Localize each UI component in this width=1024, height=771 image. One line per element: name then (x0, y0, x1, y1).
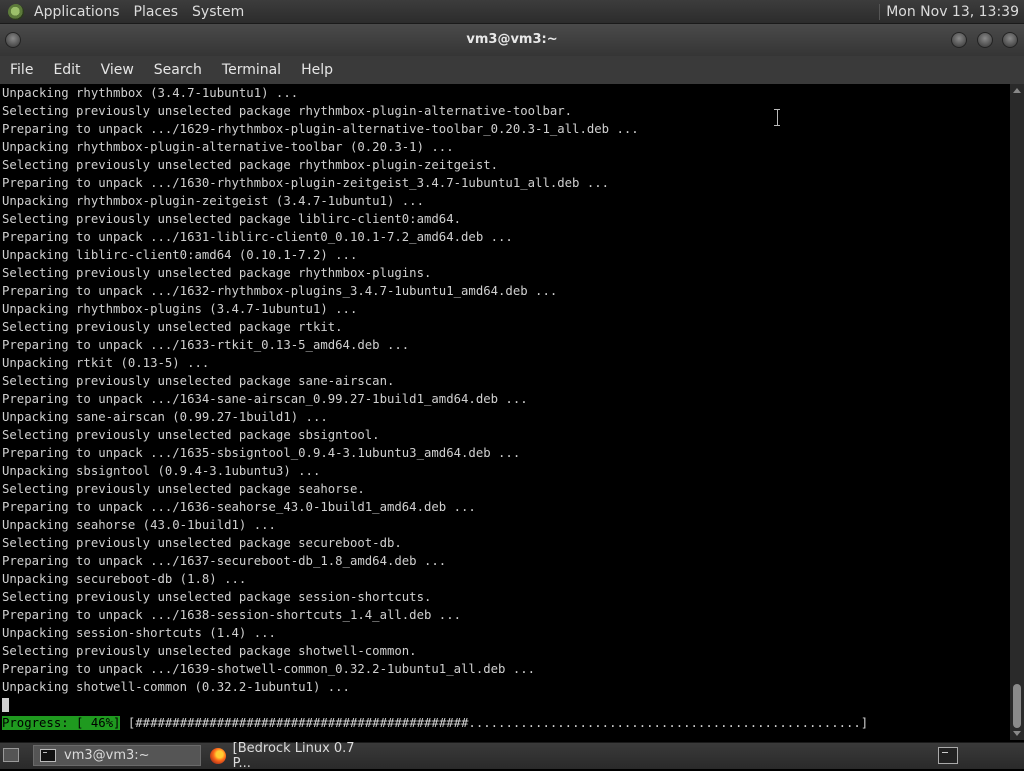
terminal-line: Unpacking seahorse (43.0-1build1) ... (2, 518, 276, 532)
progress-bar-text: [#######################################… (120, 716, 869, 730)
terminal-line: Unpacking sane-airscan (0.99.27-1build1)… (2, 410, 328, 424)
terminal-line: Selecting previously unselected package … (2, 482, 365, 496)
close-icon[interactable] (1002, 32, 1018, 48)
maximize-icon[interactable] (977, 32, 993, 48)
terminal-scrollbar[interactable] (1010, 84, 1024, 740)
taskbar-item-label: vm3@vm3:~ (64, 748, 150, 763)
prompt-line (0, 696, 1010, 714)
window-titlebar[interactable]: vm3@vm3:~ (0, 24, 1024, 56)
terminal-line: Unpacking liblirc-client0:amd64 (0.10.1-… (2, 248, 358, 262)
minimize-icon[interactable] (951, 32, 967, 48)
applications-menu[interactable]: Applications (29, 4, 129, 20)
bottom-taskbar: vm3@vm3:~ [Bedrock Linux 0.7 P... (0, 741, 1024, 771)
terminal-output[interactable]: Unpacking rhythmbox (3.4.7-1ubuntu1) ...… (0, 84, 1010, 740)
system-menu[interactable]: System (187, 4, 253, 20)
menu-edit[interactable]: Edit (43, 56, 90, 84)
terminal-line: Preparing to unpack .../1636-seahorse_43… (2, 500, 476, 514)
menu-search[interactable]: Search (144, 56, 212, 84)
terminal-line: Preparing to unpack .../1629-rhythmbox-p… (2, 122, 639, 136)
terminal-line: Preparing to unpack .../1638-session-sho… (2, 608, 462, 622)
top-panel: Applications Places System Mon Nov 13, 1… (0, 0, 1024, 24)
terminal-line: Preparing to unpack .../1639-shotwell-co… (2, 662, 536, 676)
menu-view[interactable]: View (91, 56, 144, 84)
terminal-line: Selecting previously unselected package … (2, 536, 402, 550)
terminal-line: Selecting previously unselected package … (2, 104, 573, 118)
ibeam-cursor-icon (774, 109, 780, 126)
show-desktop-icon[interactable] (3, 748, 19, 762)
terminal-line: Selecting previously unselected package … (2, 644, 417, 658)
terminal-line: Preparing to unpack .../1635-sbsigntool_… (2, 446, 521, 460)
terminal-line: Unpacking session-shortcuts (1.4) ... (2, 626, 276, 640)
terminal-line: Selecting previously unselected package … (2, 158, 499, 172)
firefox-icon (210, 747, 226, 764)
terminal-line: Preparing to unpack .../1630-rhythmbox-p… (2, 176, 610, 190)
taskbar-item-browser[interactable]: [Bedrock Linux 0.7 P... (204, 741, 374, 771)
terminal-line: Unpacking rhythmbox-plugins (3.4.7-1ubun… (2, 302, 358, 316)
window-menu-icon[interactable] (5, 32, 21, 48)
terminal-line: Preparing to unpack .../1632-rhythmbox-p… (2, 284, 558, 298)
terminal-line: Preparing to unpack .../1634-sane-airsca… (2, 392, 528, 406)
taskbar-item-terminal[interactable]: vm3@vm3:~ (33, 745, 201, 766)
menu-terminal[interactable]: Terminal (212, 56, 291, 84)
terminal-line: Unpacking rtkit (0.13-5) ... (2, 356, 210, 370)
terminal-line: Unpacking rhythmbox-plugin-alternative-t… (2, 140, 454, 154)
places-menu[interactable]: Places (129, 4, 188, 20)
text-cursor (2, 698, 9, 712)
terminal-line: Preparing to unpack .../1631-liblirc-cli… (2, 230, 513, 244)
terminal-line: Selecting previously unselected package … (2, 374, 395, 388)
panel-clock[interactable]: Mon Nov 13, 13:39 (879, 3, 1024, 20)
tray-terminal-icon[interactable] (938, 747, 958, 764)
terminal-icon (40, 749, 56, 762)
terminal-line: Selecting previously unselected package … (2, 428, 380, 442)
scroll-up-icon[interactable] (1013, 88, 1021, 93)
distro-logo-icon[interactable] (8, 3, 24, 20)
scrollbar-thumb[interactable] (1013, 684, 1021, 728)
terminal-line: Unpacking rhythmbox-plugin-zeitgeist (3.… (2, 194, 424, 208)
terminal-line: Unpacking rhythmbox (3.4.7-1ubuntu1) ... (2, 86, 299, 100)
scroll-down-icon[interactable] (1013, 731, 1021, 736)
menu-file[interactable]: File (0, 56, 43, 84)
apt-progress-line: Progress: [ 46%] [######################… (0, 714, 1010, 732)
terminal-lines: Unpacking rhythmbox (3.4.7-1ubuntu1) ...… (0, 84, 1010, 696)
terminal-line: Unpacking shotwell-common (0.32.2-1ubunt… (2, 680, 350, 694)
terminal-line: Unpacking sbsigntool (0.9.4-3.1ubuntu3) … (2, 464, 321, 478)
progress-label: Progress: [ 46%] (2, 716, 121, 730)
taskbar-item-label: [Bedrock Linux 0.7 P... (232, 740, 355, 771)
terminal-line: Selecting previously unselected package … (2, 212, 462, 226)
terminal-line: Unpacking secureboot-db (1.8) ... (2, 572, 247, 586)
terminal-line: Selecting previously unselected package … (2, 590, 432, 604)
menu-help[interactable]: Help (291, 56, 343, 84)
window-title: vm3@vm3:~ (466, 32, 558, 47)
terminal-menubar: File Edit View Search Terminal Help (0, 56, 1024, 84)
terminal-line: Preparing to unpack .../1637-secureboot-… (2, 554, 447, 568)
terminal-line: Selecting previously unselected package … (2, 320, 343, 334)
terminal-line: Preparing to unpack .../1633-rtkit_0.13-… (2, 338, 410, 352)
terminal-line: Selecting previously unselected package … (2, 266, 432, 280)
